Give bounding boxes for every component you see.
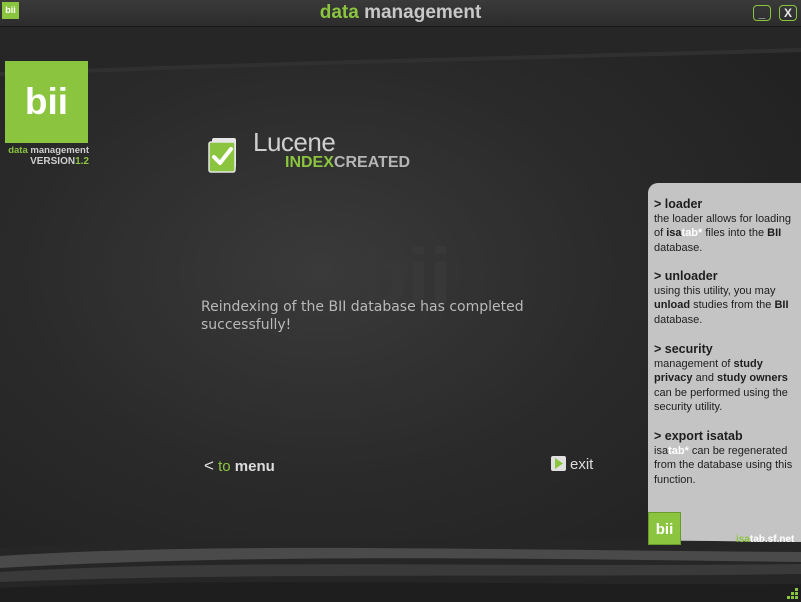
index-created-label: INDEXCREATED xyxy=(285,154,410,172)
help-security-text: management of xyxy=(654,357,734,370)
window-title-part1: data xyxy=(319,2,359,23)
top-swoosh-decoration xyxy=(0,26,801,76)
app-window: bii data management _ X bii data managem… xyxy=(0,0,801,602)
logo-subtitle: data management xyxy=(3,145,89,156)
back-menu-label: menu xyxy=(234,458,275,475)
unload-text: unload xyxy=(654,299,691,311)
help-loader-title: > loader xyxy=(654,197,703,211)
help-panel: > loader the loader allows for loading o… xyxy=(648,183,801,546)
chevron-left-icon: < xyxy=(204,456,214,475)
help-unloader-text: using this utility, you may xyxy=(654,284,776,297)
version-label: VERSION xyxy=(30,156,76,167)
study-owners-text: study owners xyxy=(717,372,788,384)
isa-text: isa xyxy=(666,227,682,239)
help-security-title: > security xyxy=(654,342,713,356)
back-to-label: to xyxy=(218,458,231,475)
logo-version: VERSION1.2 xyxy=(3,156,89,167)
checkmark-document-icon xyxy=(208,138,236,173)
tab-text: tab* xyxy=(681,227,703,239)
tab-text: tab* xyxy=(668,444,689,457)
isa-text: isa xyxy=(654,444,669,457)
bii-text: BII xyxy=(767,227,782,239)
bii-logo: bii xyxy=(5,61,88,143)
created-label: CREATED xyxy=(333,154,411,171)
resize-grip-icon[interactable] xyxy=(786,588,798,600)
minimize-button[interactable]: _ xyxy=(753,5,771,21)
help-unloader: > unloader using this utility, you may u… xyxy=(654,269,801,327)
window-title: data management xyxy=(0,2,801,24)
window-title-part2: management xyxy=(364,2,482,23)
index-label: INDEX xyxy=(285,154,334,171)
logo-subtitle-part2: management xyxy=(30,145,89,156)
title-bar[interactable]: bii data management _ X xyxy=(0,0,801,27)
help-export: > export isatab isatab* can be regenerat… xyxy=(654,429,801,487)
status-message: Reindexing of the BII database has compl… xyxy=(201,299,524,333)
help-unloader-title: > unloader xyxy=(654,269,718,283)
close-button[interactable]: X xyxy=(779,5,797,21)
help-loader: > loader the loader allows for loading o… xyxy=(654,197,801,255)
panel-bii-logo: bii xyxy=(648,512,681,545)
and-text: and xyxy=(692,372,717,384)
exit-label: exit xyxy=(570,456,594,473)
version-number: 1.2 xyxy=(75,156,89,167)
exit-icon xyxy=(551,456,566,471)
bii-text: BII xyxy=(774,299,789,311)
help-export-title: > export isatab xyxy=(654,429,743,443)
exit-button[interactable]: exit xyxy=(550,455,593,473)
logo-subtitle-part1: data xyxy=(8,145,28,156)
help-unloader-text3: database. xyxy=(654,313,703,326)
help-loader-text3: database. xyxy=(654,241,703,254)
help-loader-text2: files into the xyxy=(702,227,768,239)
back-to-menu-button[interactable]: < to menu xyxy=(204,456,275,476)
help-security-text2: can be performed using the security util… xyxy=(654,386,788,414)
help-security: > security management of study privacy a… xyxy=(654,342,801,415)
isatab-link-part2: tab.sf.net xyxy=(749,534,795,545)
isatab-link-part1: isa xyxy=(736,534,750,545)
help-unloader-text2: studies from the xyxy=(690,299,775,311)
isatab-website-link[interactable]: isatab.sf.net xyxy=(736,534,794,545)
